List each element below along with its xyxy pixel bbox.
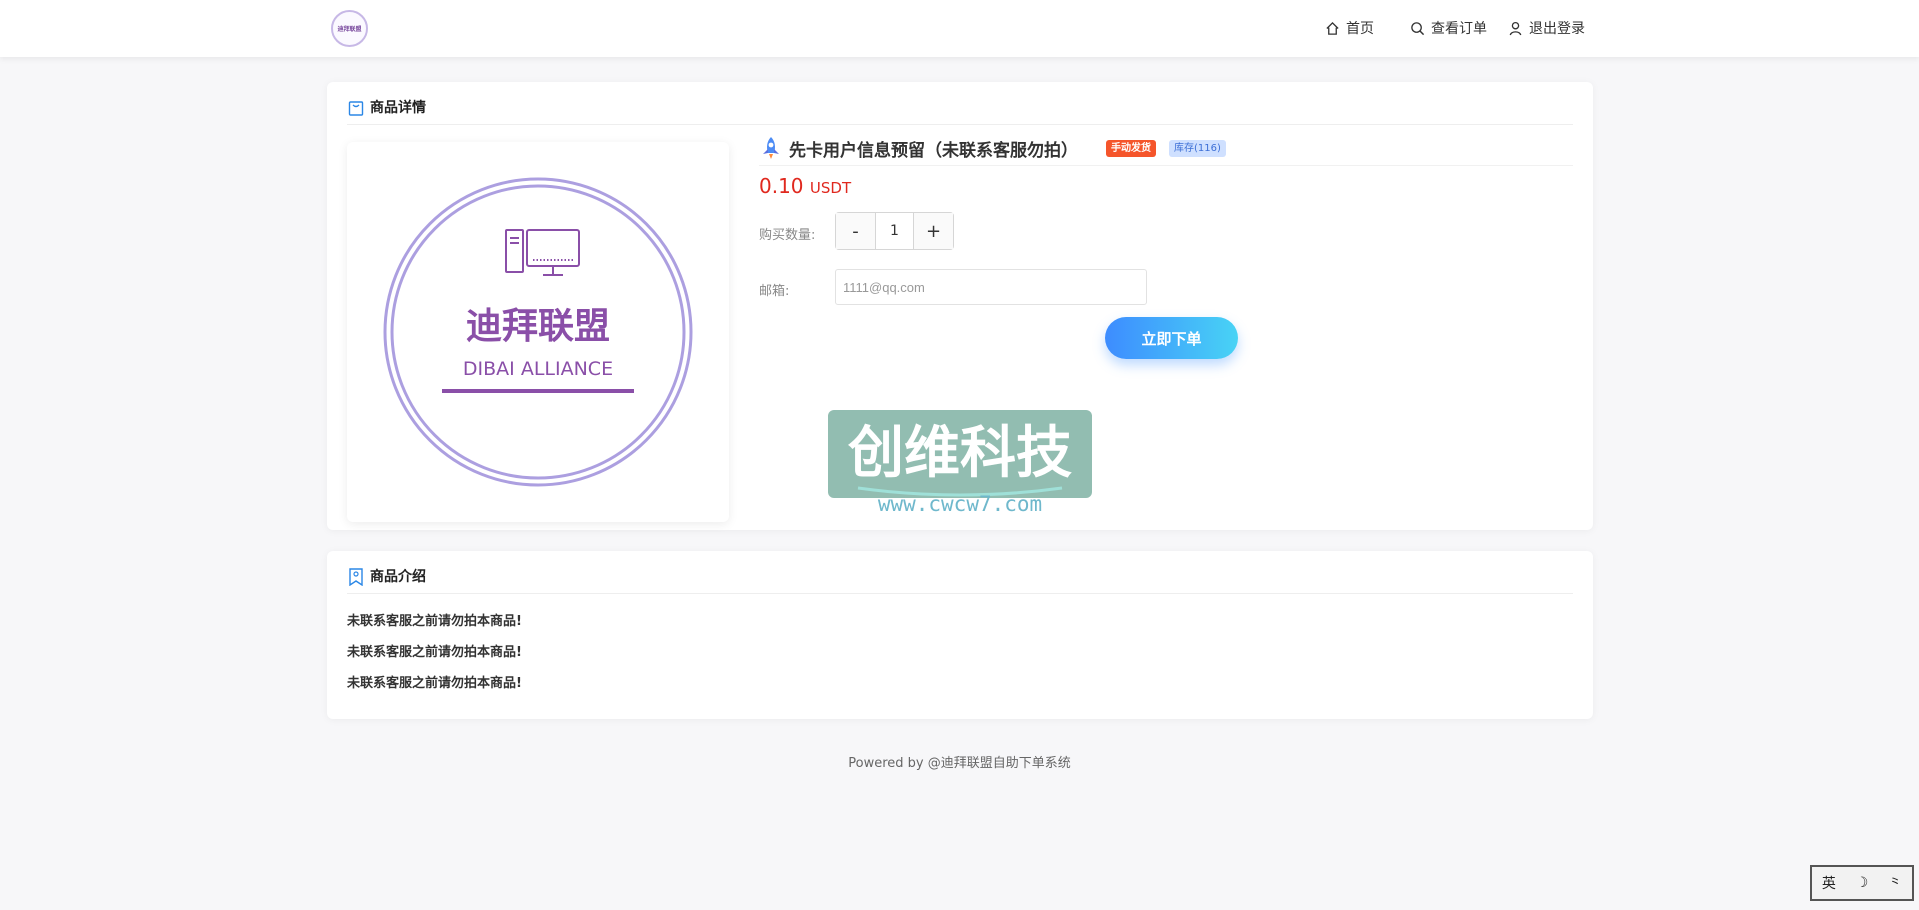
- divider: [347, 124, 1573, 125]
- product-logo-graphic: 迪拜联盟 DIBAI ALLIANCE: [383, 177, 693, 487]
- rocket-icon: [763, 137, 779, 159]
- product-image-title: 迪拜联盟: [466, 306, 610, 347]
- email-input[interactable]: 1111@qq.com: [835, 269, 1147, 305]
- search-icon: [1411, 21, 1425, 35]
- footer-text: Powered by @迪拜联盟自助下单系统: [848, 756, 1071, 771]
- product-intro-card: 商品介绍 未联系客服之前请勿拍本商品! 未联系客服之前请勿拍本商品! 未联系客服…: [327, 551, 1593, 719]
- quantity-stepper: - 1 +: [835, 212, 954, 250]
- divider: [347, 593, 1573, 594]
- product-name: 先卡用户信息预留（未联系客服勿拍）: [789, 141, 1078, 161]
- nav-orders[interactable]: 查看订单: [1410, 17, 1487, 39]
- ime-punctuation-icon[interactable]: ⺀: [1888, 873, 1902, 893]
- product-image: 迪拜联盟 DIBAI ALLIANCE: [347, 142, 729, 522]
- quantity-increase-button[interactable]: +: [914, 213, 953, 249]
- email-label: 邮箱:: [759, 284, 790, 299]
- intro-line: 未联系客服之前请勿拍本商品!: [347, 614, 522, 629]
- computer-icon: [505, 229, 580, 276]
- price-value: 0.10: [759, 174, 804, 198]
- watermark: 创维科技 www.cwcw7.com: [828, 410, 1092, 516]
- quantity-decrease-button[interactable]: -: [836, 213, 875, 249]
- detail-title-text: 商品详情: [370, 100, 426, 116]
- bag-icon: [348, 101, 364, 116]
- intro-title-text: 商品介绍: [370, 569, 426, 585]
- intro-section-title: 商品介绍: [348, 566, 426, 586]
- quantity-input[interactable]: 1: [875, 213, 914, 249]
- ime-toolbar[interactable]: 英 ☽ ⺀: [1810, 865, 1914, 901]
- price-currency: USDT: [809, 179, 852, 197]
- product-price: 0.10 USDT: [759, 174, 851, 198]
- product-image-subtitle: DIBAI ALLIANCE: [463, 358, 613, 380]
- stock-badge: 库存(116): [1169, 140, 1226, 157]
- watermark-text: 创维科技: [848, 421, 1072, 486]
- watermark-url: www.cwcw7.com: [878, 492, 1042, 516]
- logo-text: 迪拜联盟: [337, 26, 362, 33]
- tag-icon: [349, 568, 363, 586]
- home-icon: [1326, 21, 1339, 35]
- ime-moon-icon[interactable]: ☽: [1856, 875, 1869, 891]
- top-navbar: 迪拜联盟 首页 查看订单 退出登录: [0, 0, 1919, 57]
- intro-line: 未联系客服之前请勿拍本商品!: [347, 645, 522, 660]
- ime-language-toggle[interactable]: 英: [1822, 873, 1836, 893]
- nav-home-label: 首页: [1346, 21, 1374, 37]
- nav-logout-label: 退出登录: [1529, 21, 1585, 37]
- nav-logout[interactable]: 退出登录: [1508, 17, 1585, 39]
- detail-section-title: 商品详情: [348, 97, 426, 117]
- site-logo[interactable]: 迪拜联盟: [331, 10, 368, 47]
- divider: [759, 165, 1573, 166]
- order-now-button[interactable]: 立即下单: [1105, 317, 1238, 359]
- quantity-label: 购买数量:: [759, 228, 816, 243]
- manual-delivery-badge: 手动发货: [1106, 140, 1156, 157]
- nav-home[interactable]: 首页: [1325, 17, 1374, 39]
- nav-orders-label: 查看订单: [1431, 21, 1487, 37]
- intro-line: 未联系客服之前请勿拍本商品!: [347, 676, 522, 691]
- user-icon: [1509, 21, 1522, 35]
